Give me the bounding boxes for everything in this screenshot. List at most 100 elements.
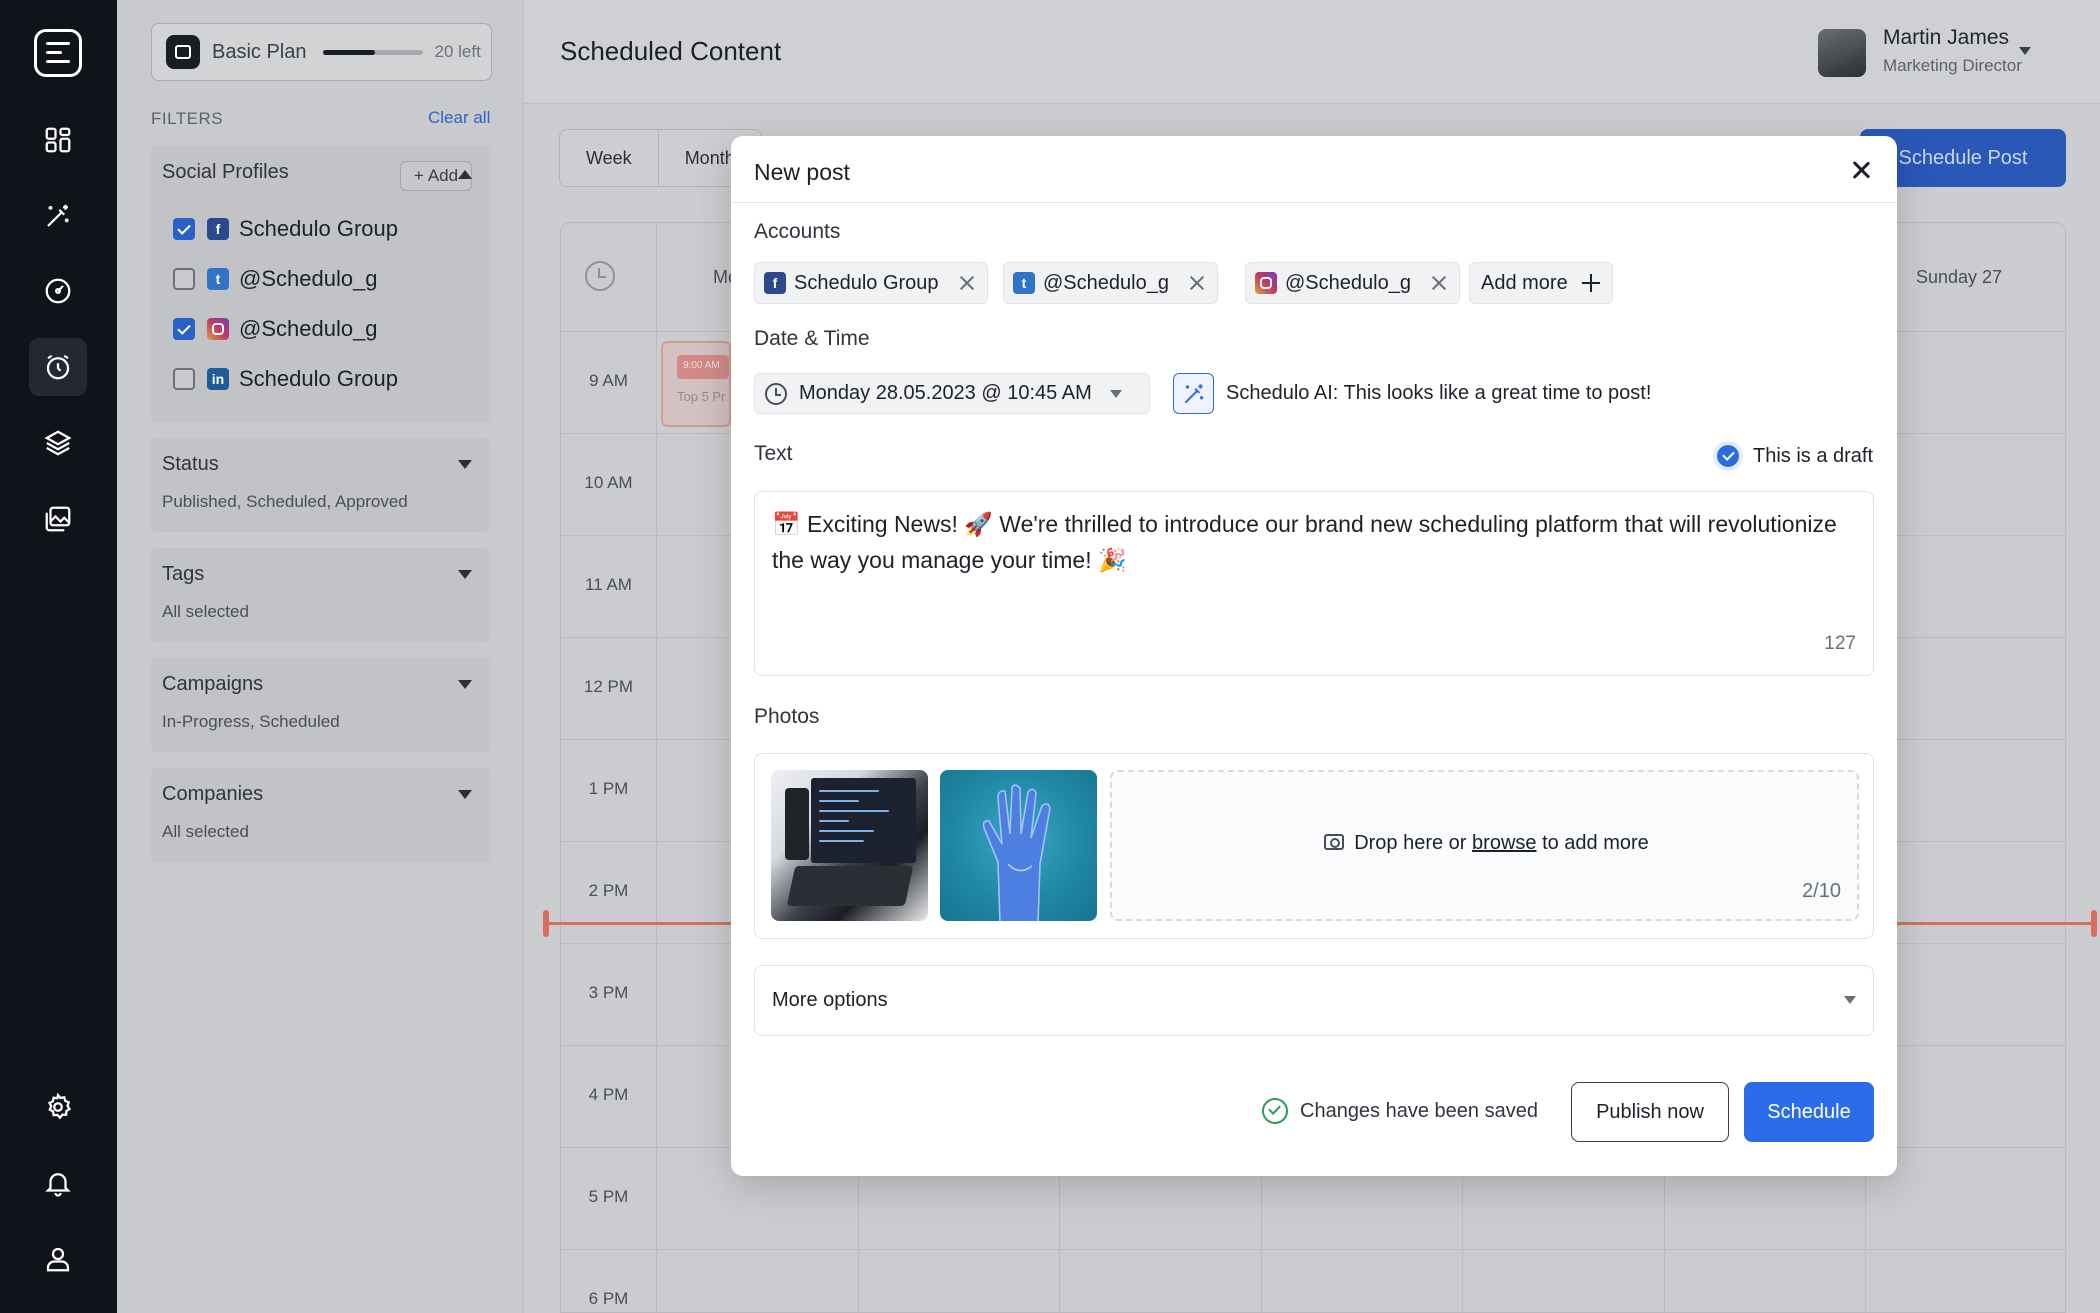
photo-count: 2/10 xyxy=(1802,880,1841,902)
remove-icon[interactable] xyxy=(1431,275,1447,291)
date-time-label: Date & Time xyxy=(754,327,870,350)
layers-icon[interactable] xyxy=(29,414,87,472)
check-circle-icon xyxy=(1262,1098,1288,1124)
social-profiles-card: Social Profiles + Add f Schedulo Group t … xyxy=(151,146,490,422)
plan-usage-bar xyxy=(322,49,423,55)
clear-all-link[interactable]: Clear all xyxy=(428,108,490,128)
photo-dropzone[interactable]: Drop here or browse to add more 2/10 xyxy=(1110,770,1859,921)
modal-title: New post xyxy=(754,159,850,185)
status-filter[interactable]: Status Published, Scheduled, Approved xyxy=(151,438,490,532)
tags-filter[interactable]: Tags All selected xyxy=(151,548,490,642)
chevron-down-icon[interactable] xyxy=(458,460,472,469)
checkbox[interactable] xyxy=(173,318,195,340)
profile-label: @Schedulo_g xyxy=(239,266,378,291)
browse-link[interactable]: browse xyxy=(1472,832,1536,854)
twitter-icon: t xyxy=(1013,272,1035,294)
account-chip: @Schedulo_g xyxy=(1245,262,1460,304)
account-chip: f Schedulo Group xyxy=(754,262,988,304)
linkedin-icon: in xyxy=(207,368,229,390)
chevron-down-icon xyxy=(1109,389,1122,398)
clock-icon xyxy=(585,261,615,291)
profile-filter-item[interactable]: @Schedulo_g xyxy=(173,316,378,342)
profile-filter-item[interactable]: t @Schedulo_g xyxy=(173,266,378,292)
campaigns-filter[interactable]: Campaigns In-Progress, Scheduled xyxy=(151,658,490,752)
user-icon[interactable] xyxy=(29,1230,87,1288)
checkbox[interactable] xyxy=(173,268,195,290)
draft-label: This is a draft xyxy=(1753,444,1874,467)
checkbox[interactable] xyxy=(173,218,195,240)
collapse-icon[interactable] xyxy=(458,170,472,179)
account-chip-label: Schedulo Group xyxy=(794,271,939,294)
checkbox[interactable] xyxy=(173,368,195,390)
accounts-label: Accounts xyxy=(754,220,841,243)
post-text-area[interactable]: 📅 Exciting News! 🚀 We're thrilled to int… xyxy=(754,491,1874,676)
chevron-down-icon[interactable] xyxy=(458,790,472,799)
gauge-icon[interactable] xyxy=(29,262,87,320)
user-role: Marketing Director xyxy=(1883,56,2022,75)
schedule-button[interactable]: Schedule xyxy=(1744,1082,1874,1142)
companies-filter[interactable]: Companies All selected xyxy=(151,768,490,862)
add-more-button[interactable]: Add more xyxy=(1469,262,1613,304)
more-options-toggle[interactable]: More options xyxy=(754,965,1874,1036)
companies-filter-title: Companies xyxy=(162,783,264,805)
drop-text: Drop here or xyxy=(1354,832,1473,854)
plus-icon xyxy=(1581,274,1600,292)
image-gallery-icon[interactable] xyxy=(29,490,87,548)
remove-icon[interactable] xyxy=(959,275,975,291)
magic-wand-icon[interactable] xyxy=(1173,373,1214,414)
profile-label: Schedulo Group xyxy=(239,216,398,241)
draft-toggle[interactable]: This is a draft xyxy=(1713,441,1873,471)
drop-text-suffix: to add more xyxy=(1536,832,1649,854)
magic-wand-icon[interactable] xyxy=(29,187,87,245)
chevron-down-icon[interactable] xyxy=(458,680,472,689)
plan-remaining: 20 left xyxy=(434,42,481,61)
profile-filter-item[interactable]: in Schedulo Group xyxy=(173,366,398,392)
profile-label: Schedulo Group xyxy=(239,366,398,391)
facebook-icon: f xyxy=(764,272,786,294)
save-status: Changes have been saved xyxy=(1262,1098,1538,1124)
clock-icon xyxy=(765,382,787,405)
publish-now-button[interactable]: Publish now xyxy=(1571,1082,1729,1142)
ai-suggestion: Schedulo AI: This looks like a great tim… xyxy=(1226,382,1652,404)
filters-sidebar: Basic Plan 20 left FILTERS Clear all Soc… xyxy=(117,0,524,1313)
top-bar: Scheduled Content Martin James Marketing… xyxy=(524,0,2100,104)
modal-header: New post xyxy=(731,136,1897,203)
grid-column-line xyxy=(656,223,657,1312)
calendar-event[interactable]: 9:00 AM Top 5 Pr xyxy=(661,341,731,427)
icon-rail xyxy=(0,0,117,1313)
time-label: 11 AM xyxy=(585,575,632,594)
time-label: 9 AM xyxy=(589,371,628,390)
avatar[interactable] xyxy=(1818,29,1866,77)
text-label: Text xyxy=(754,442,793,465)
filters-heading: FILTERS xyxy=(151,109,224,128)
chevron-down-icon[interactable] xyxy=(458,570,472,579)
gear-icon[interactable] xyxy=(29,1078,87,1136)
tags-filter-value: All selected xyxy=(162,602,249,621)
time-label: 12 PM xyxy=(583,677,634,696)
plus-icon: + xyxy=(413,166,424,185)
account-chip-label: @Schedulo_g xyxy=(1285,271,1411,294)
timer-icon[interactable] xyxy=(29,338,87,396)
dashboard-icon[interactable] xyxy=(29,111,87,169)
user-name[interactable]: Martin James xyxy=(1883,26,2009,50)
menu-logo-icon[interactable] xyxy=(34,29,82,77)
chevron-down-icon[interactable] xyxy=(2019,47,2031,55)
photo-thumbnail-laptop[interactable] xyxy=(771,770,928,921)
close-icon[interactable] xyxy=(1849,158,1873,182)
bell-icon[interactable] xyxy=(29,1154,87,1212)
post-text[interactable]: 📅 Exciting News! 🚀 We're thrilled to int… xyxy=(772,506,1862,578)
remove-icon[interactable] xyxy=(1189,275,1205,291)
time-label: 5 PM xyxy=(588,1187,629,1206)
check-icon[interactable] xyxy=(1713,441,1743,471)
time-label: 1 PM xyxy=(588,779,629,798)
facebook-icon: f xyxy=(207,218,229,240)
profile-filter-item[interactable]: f Schedulo Group xyxy=(173,216,398,242)
date-time-picker[interactable]: Monday 28.05.2023 @ 10:45 AM xyxy=(754,373,1150,414)
page-title: Scheduled Content xyxy=(560,36,782,66)
time-label: 10 AM xyxy=(584,473,633,492)
photo-thumbnail-hand[interactable] xyxy=(940,770,1097,921)
status-filter-title: Status xyxy=(162,453,219,475)
tab-week[interactable]: Week xyxy=(560,130,659,186)
photos-label: Photos xyxy=(754,705,820,728)
plan-badge[interactable]: Basic Plan 20 left xyxy=(151,23,492,81)
